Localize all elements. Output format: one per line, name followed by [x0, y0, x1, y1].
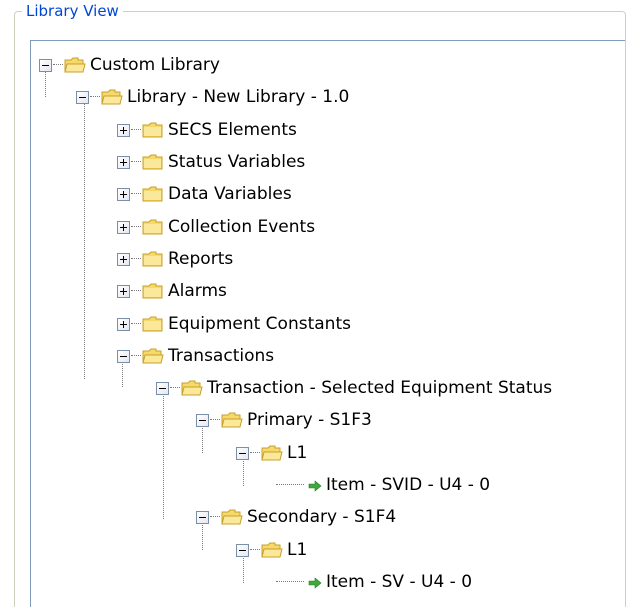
collapse-toggle-icon[interactable]	[196, 510, 209, 524]
expand-toggle-icon[interactable]	[117, 284, 130, 298]
tree-connector-line	[131, 161, 141, 163]
tree-connector-line	[250, 452, 260, 454]
tree-node-secs-elements[interactable]: SECS Elements	[117, 114, 297, 146]
folder-closed-icon	[142, 250, 164, 268]
tree-node-label[interactable]: Custom Library	[90, 55, 220, 75]
tree-node-label[interactable]: SECS Elements	[168, 120, 297, 140]
tree-connector-line	[131, 323, 141, 325]
expand-toggle-icon[interactable]	[117, 123, 130, 137]
tree-vertical-connector	[163, 389, 165, 519]
arrow-right-icon	[308, 478, 322, 492]
expand-toggle-icon[interactable]	[117, 220, 130, 234]
tree-node-label[interactable]: Data Variables	[168, 184, 292, 204]
tree-node-label[interactable]: Primary - S1F3	[247, 410, 372, 430]
tree-node-primary-l1[interactable]: L1	[236, 437, 307, 469]
tree-node-transaction-ses[interactable]: Transaction - Selected Equipment Status	[156, 372, 552, 404]
collapse-toggle-icon[interactable]	[39, 58, 52, 72]
tree-node-label[interactable]: Transaction - Selected Equipment Status	[207, 378, 552, 398]
folder-open-icon	[221, 508, 243, 526]
tree-node-collection-events[interactable]: Collection Events	[117, 211, 315, 243]
folder-open-icon	[261, 444, 283, 462]
tree-vertical-connector	[84, 99, 86, 379]
collapse-toggle-icon[interactable]	[76, 90, 89, 104]
tree-node-label[interactable]: Secondary - S1F4	[247, 507, 396, 527]
tree-connector-line	[131, 129, 141, 131]
tree-node-label[interactable]: L1	[287, 540, 307, 560]
folder-closed-icon	[142, 282, 164, 300]
tree-node-transactions[interactable]: Transactions	[117, 340, 274, 372]
tree-connector-line	[210, 516, 220, 518]
tree-connector-line	[131, 355, 141, 357]
tree-node-alarms[interactable]: Alarms	[117, 275, 227, 307]
tree-node-label[interactable]: Status Variables	[168, 152, 305, 172]
folder-closed-icon	[142, 218, 164, 236]
library-tree[interactable]: Custom Library Library - New Library - 1.…	[30, 40, 625, 607]
collapse-toggle-icon[interactable]	[196, 413, 209, 427]
tree-node-primary-s1f3[interactable]: Primary - S1F3	[196, 404, 372, 436]
tree-node-item-sv[interactable]: Item - SV - U4 - 0	[276, 566, 472, 598]
tree-connector-line	[131, 290, 141, 292]
folder-open-icon	[261, 541, 283, 559]
folder-open-icon	[101, 88, 123, 106]
tree-node-label[interactable]: Collection Events	[168, 217, 315, 237]
tree-connector-line	[131, 193, 141, 195]
folder-open-icon	[181, 379, 203, 397]
tree-node-label[interactable]: Transactions	[168, 346, 274, 366]
tree-node-secondary-s1f4[interactable]: Secondary - S1F4	[196, 501, 396, 533]
folder-open-icon	[64, 56, 86, 74]
folder-closed-icon	[142, 315, 164, 333]
expand-toggle-icon[interactable]	[117, 155, 130, 169]
expand-toggle-icon[interactable]	[117, 187, 130, 201]
collapse-toggle-icon[interactable]	[236, 446, 249, 460]
tree-node-label[interactable]: Item - SV - U4 - 0	[326, 572, 472, 592]
folder-open-icon	[221, 411, 243, 429]
tree-connector-line	[170, 387, 180, 389]
tree-node-library-new[interactable]: Library - New Library - 1.0	[76, 81, 349, 113]
collapse-toggle-icon[interactable]	[236, 543, 249, 557]
expand-toggle-icon[interactable]	[117, 252, 130, 266]
tree-connector-line	[90, 96, 100, 98]
folder-closed-icon	[142, 121, 164, 139]
tree-node-label[interactable]: Reports	[168, 249, 233, 269]
tree-connector-line	[131, 258, 141, 260]
tree-node-custom-library[interactable]: Custom Library	[39, 49, 220, 81]
tree-node-label[interactable]: Alarms	[168, 281, 227, 301]
tree-connector-line	[250, 549, 260, 551]
tree-connector-line	[53, 64, 63, 66]
tree-connector-line	[276, 581, 304, 583]
tree-node-status-variables[interactable]: Status Variables	[117, 146, 305, 178]
tree-connector-line	[276, 484, 304, 486]
folder-closed-icon	[142, 153, 164, 171]
expand-toggle-icon[interactable]	[117, 317, 130, 331]
panel-title: Library View	[22, 1, 123, 21]
tree-node-data-variables[interactable]: Data Variables	[117, 178, 292, 210]
collapse-toggle-icon[interactable]	[117, 349, 130, 363]
tree-node-secondary-l1[interactable]: L1	[236, 534, 307, 566]
collapse-toggle-icon[interactable]	[156, 381, 169, 395]
folder-closed-icon	[142, 185, 164, 203]
tree-node-item-svid[interactable]: Item - SVID - U4 - 0	[276, 469, 490, 501]
tree-node-label[interactable]: L1	[287, 443, 307, 463]
tree-node-equipment-constants[interactable]: Equipment Constants	[117, 308, 351, 340]
tree-connector-line	[210, 419, 220, 421]
tree-node-label[interactable]: Equipment Constants	[168, 314, 351, 334]
arrow-right-icon	[308, 575, 322, 589]
folder-open-icon	[142, 347, 164, 365]
tree-node-label[interactable]: Library - New Library - 1.0	[127, 87, 349, 107]
tree-node-reports[interactable]: Reports	[117, 243, 233, 275]
tree-connector-line	[131, 226, 141, 228]
tree-node-label[interactable]: Item - SVID - U4 - 0	[326, 475, 490, 495]
